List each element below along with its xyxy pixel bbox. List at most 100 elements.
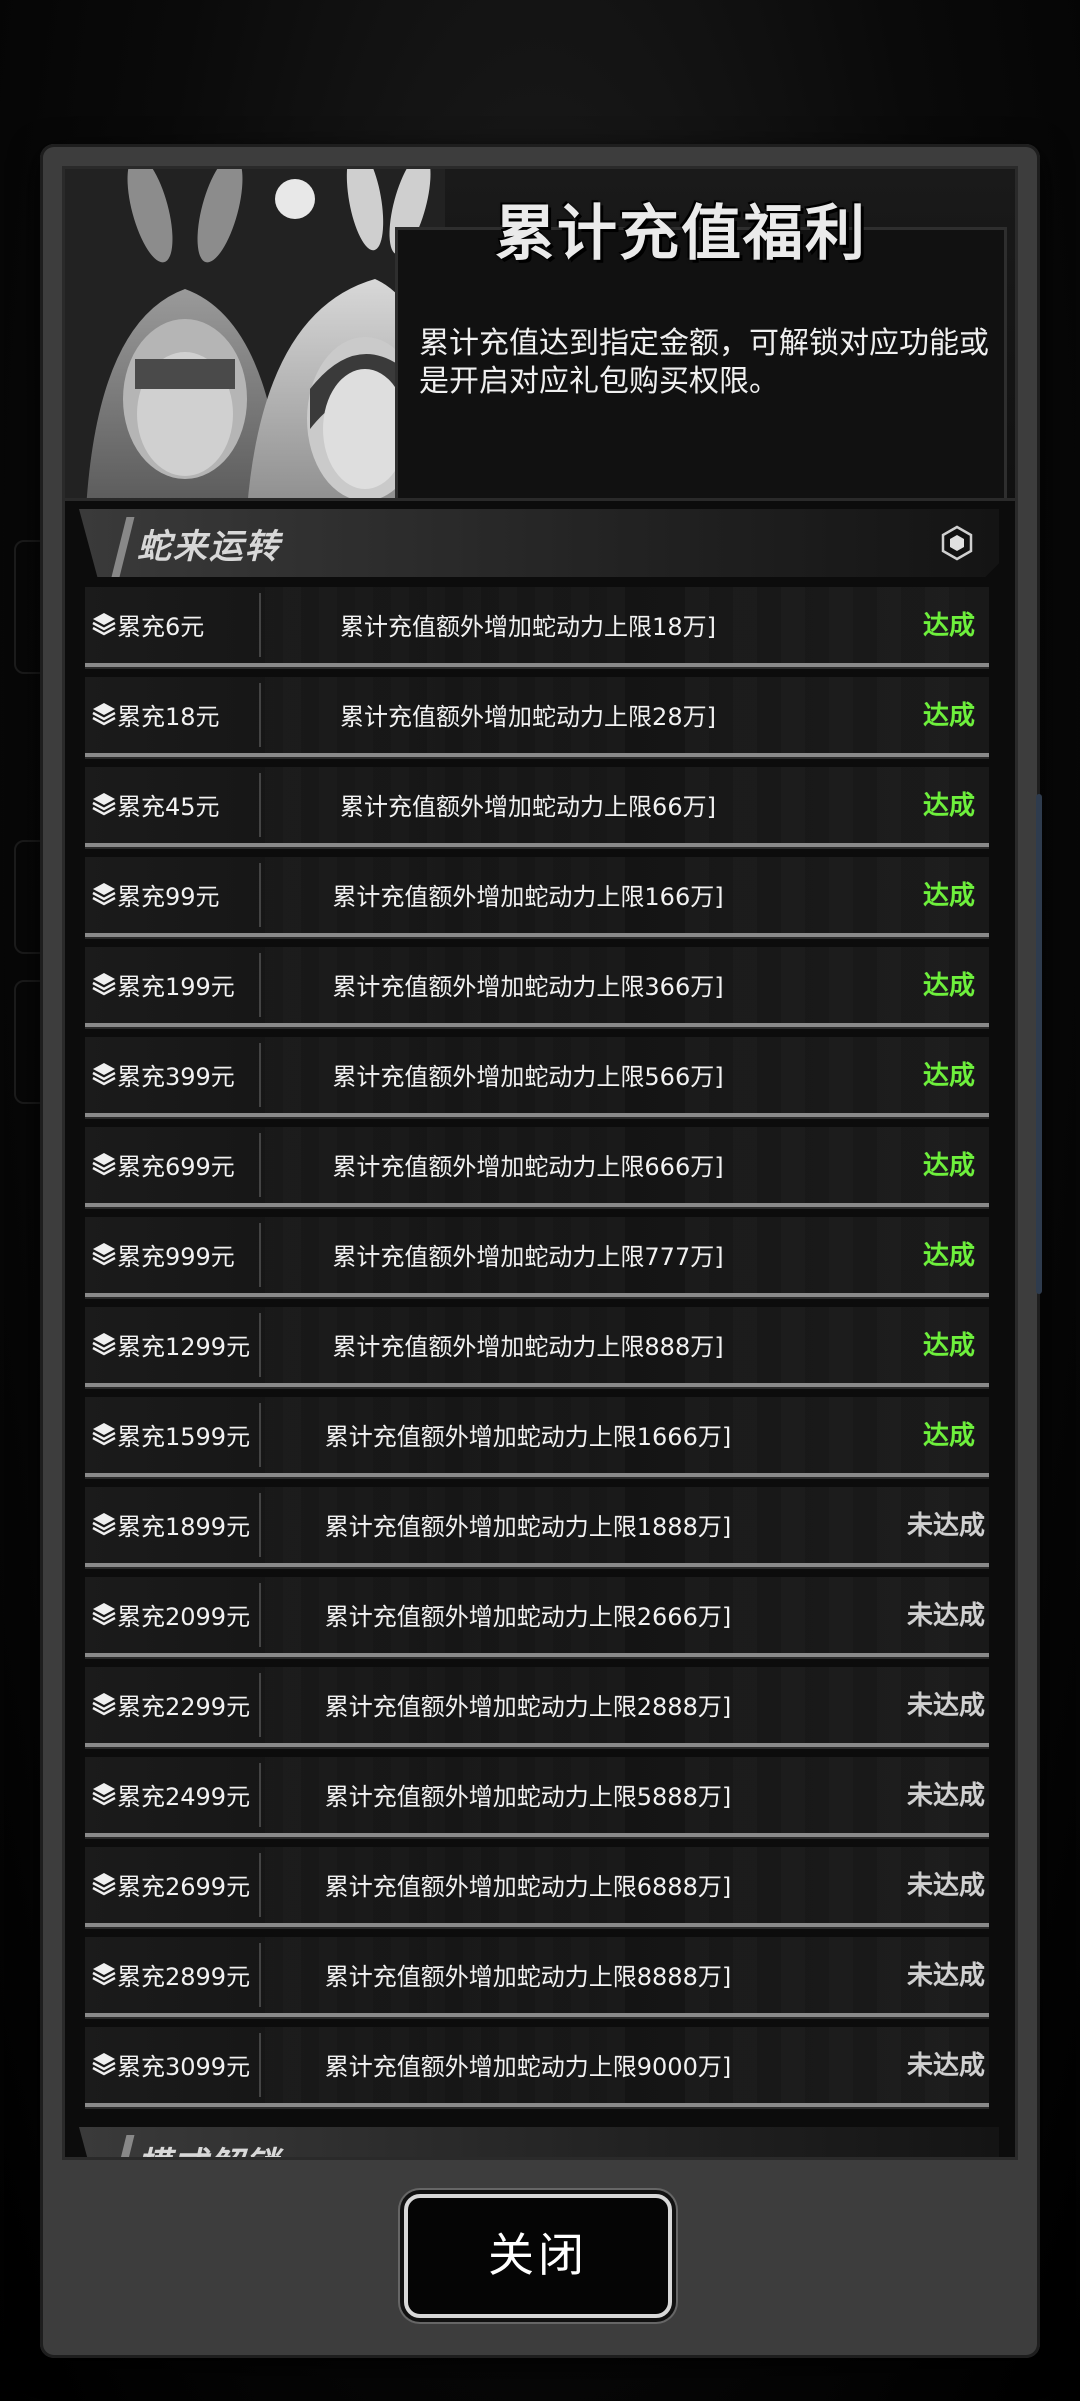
reward-description: 累计充值额外增加蛇动力上限366万]: [332, 973, 724, 1001]
reward-row: 累充1599元 累计充值额外增加蛇动力上限1666万] 达成: [85, 1397, 989, 1477]
row-divider: [259, 1403, 261, 1467]
reward-description: 累计充值额外增加蛇动力上限66万]: [340, 793, 716, 821]
recharge-threshold: 累充99元: [117, 883, 220, 911]
status-badge: 未达成: [906, 1781, 985, 1811]
recharge-threshold: 累充1899元: [117, 1513, 251, 1541]
hexagon-icon[interactable]: [939, 525, 975, 561]
layers-icon: [92, 1783, 116, 1806]
reward-row: 累充2299元 累计充值额外增加蛇动力上限2888万] 未达成: [85, 1667, 989, 1747]
recharge-threshold: 累充399元: [117, 1063, 235, 1091]
rewards-list[interactable]: 蛇来运转 累充6元 累计充值额外增加蛇动力上限18万] 达成 累充18元 累计充值额外增…: [62, 498, 1018, 2160]
section-accent-bar: [111, 517, 135, 577]
reward-description: 累计充值额外增加蛇动力上限1888万]: [324, 1513, 732, 1541]
recharge-threshold: 累充199元: [117, 973, 235, 1001]
status-badge: 未达成: [906, 1961, 985, 1991]
reward-description: 累计充值额外增加蛇动力上限566万]: [332, 1063, 724, 1091]
dialog-description: 累计充值达到指定金额，可解锁对应功能或是开启对应礼包购买权限。: [419, 326, 989, 399]
reward-description: 累计充值额外增加蛇动力上限9000万]: [324, 2053, 732, 2081]
recharge-threshold: 累充2899元: [117, 1963, 251, 1991]
recharge-threshold: 累充2099元: [117, 1603, 251, 1631]
reward-row: 累充6元 累计充值额外增加蛇动力上限18万] 达成: [85, 587, 989, 667]
row-divider: [259, 1763, 261, 1827]
reward-row: 累充99元 累计充值额外增加蛇动力上限166万] 达成: [85, 857, 989, 937]
layers-icon: [92, 1243, 116, 1266]
section-title: 蛇来运转: [137, 527, 281, 567]
status-badge: 未达成: [906, 1511, 985, 1541]
layers-icon: [92, 1513, 116, 1536]
status-badge: 未达成: [906, 1691, 985, 1721]
reward-description: 累计充值额外增加蛇动力上限888万]: [332, 1333, 724, 1361]
recharge-threshold: 累充3099元: [117, 2053, 251, 2081]
status-badge: 达成: [922, 701, 975, 731]
reward-description: 累计充值额外增加蛇动力上限2666万]: [324, 1603, 732, 1631]
row-divider: [259, 1493, 261, 1557]
list-scrollbar[interactable]: [1036, 794, 1042, 1294]
reward-description: 累计充值额外增加蛇动力上限777万]: [332, 1243, 724, 1271]
layers-icon: [92, 1153, 116, 1176]
status-badge: 达成: [922, 971, 975, 1001]
reward-row: 累充699元 累计充值额外增加蛇动力上限666万] 达成: [85, 1127, 989, 1207]
recharge-threshold: 累充6元: [117, 613, 205, 641]
status-badge: 达成: [922, 791, 975, 821]
recharge-threshold: 累充45元: [117, 793, 220, 821]
reward-row: 累充18元 累计充值额外增加蛇动力上限28万] 达成: [85, 677, 989, 757]
reward-row: 累充1299元 累计充值额外增加蛇动力上限888万] 达成: [85, 1307, 989, 1387]
reward-description: 累计充值额外增加蛇动力上限8888万]: [324, 1963, 732, 1991]
layers-icon: [92, 1423, 116, 1446]
layers-icon: [92, 1333, 116, 1356]
recharge-threshold: 累充1599元: [117, 1423, 251, 1451]
status-badge: 未达成: [906, 1871, 985, 1901]
recharge-threshold: 累充699元: [117, 1153, 235, 1181]
reward-description: 累计充值额外增加蛇动力上限166万]: [332, 883, 724, 911]
reward-row: 累充3099元 累计充值额外增加蛇动力上限9000万] 未达成: [85, 2027, 989, 2107]
row-divider: [259, 1583, 261, 1647]
section-header-mode-unlock[interactable]: 模式解锁: [79, 2127, 999, 2157]
section-title: 模式解锁: [137, 2137, 281, 2157]
layers-icon: [92, 1603, 116, 1626]
row-divider: [259, 1853, 261, 1917]
dialog-title: 累计充值福利: [495, 199, 867, 269]
status-badge: 达成: [922, 881, 975, 911]
row-divider: [259, 863, 261, 927]
row-divider: [259, 773, 261, 837]
row-divider: [259, 1223, 261, 1287]
recharge-threshold: 累充2499元: [117, 1783, 251, 1811]
reward-description: 累计充值额外增加蛇动力上限2888万]: [324, 1693, 732, 1721]
layers-icon: [92, 973, 116, 996]
reward-row: 累充2099元 累计充值额外增加蛇动力上限2666万] 未达成: [85, 1577, 989, 1657]
reward-description: 累计充值额外增加蛇动力上限18万]: [340, 613, 716, 641]
row-divider: [259, 1673, 261, 1737]
recharge-threshold: 累充2699元: [117, 1873, 251, 1901]
layers-icon: [92, 1693, 116, 1716]
recharge-threshold: 累充1299元: [117, 1333, 251, 1361]
layers-icon: [92, 883, 116, 906]
recharge-threshold: 累充999元: [117, 1243, 235, 1271]
status-badge: 达成: [922, 1241, 975, 1271]
row-divider: [259, 1313, 261, 1377]
reward-row: 累充45元 累计充值额外增加蛇动力上限66万] 达成: [85, 767, 989, 847]
status-badge: 达成: [922, 611, 975, 641]
row-divider: [259, 953, 261, 1017]
layers-icon: [92, 793, 116, 816]
reward-description: 累计充值额外增加蛇动力上限6888万]: [324, 1873, 732, 1901]
reward-row: 累充399元 累计充值额外增加蛇动力上限566万] 达成: [85, 1037, 989, 1117]
reward-description: 累计充值额外增加蛇动力上限28万]: [340, 703, 716, 731]
reward-row: 累充2699元 累计充值额外增加蛇动力上限6888万] 未达成: [85, 1847, 989, 1927]
close-button[interactable]: 关闭: [404, 2194, 672, 2318]
section-header-snake[interactable]: 蛇来运转: [79, 509, 999, 577]
reward-row: 累充2499元 累计充值额外增加蛇动力上限5888万] 未达成: [85, 1757, 989, 1837]
status-badge: 未达成: [906, 1601, 985, 1631]
reward-description: 累计充值额外增加蛇动力上限1666万]: [324, 1423, 732, 1451]
layers-icon: [92, 703, 116, 726]
row-divider: [259, 1133, 261, 1197]
reward-row: 累充1899元 累计充值额外增加蛇动力上限1888万] 未达成: [85, 1487, 989, 1567]
status-badge: 达成: [922, 1061, 975, 1091]
recharge-threshold: 累充2299元: [117, 1693, 251, 1721]
status-badge: 达成: [922, 1151, 975, 1181]
row-divider: [259, 683, 261, 747]
layers-icon: [92, 1063, 116, 1086]
layers-icon: [92, 2053, 116, 2076]
reward-row: 累充2899元 累计充值额外增加蛇动力上限8888万] 未达成: [85, 1937, 989, 2017]
layers-icon: [92, 1963, 116, 1986]
reward-description: 累计充值额外增加蛇动力上限5888万]: [324, 1783, 732, 1811]
